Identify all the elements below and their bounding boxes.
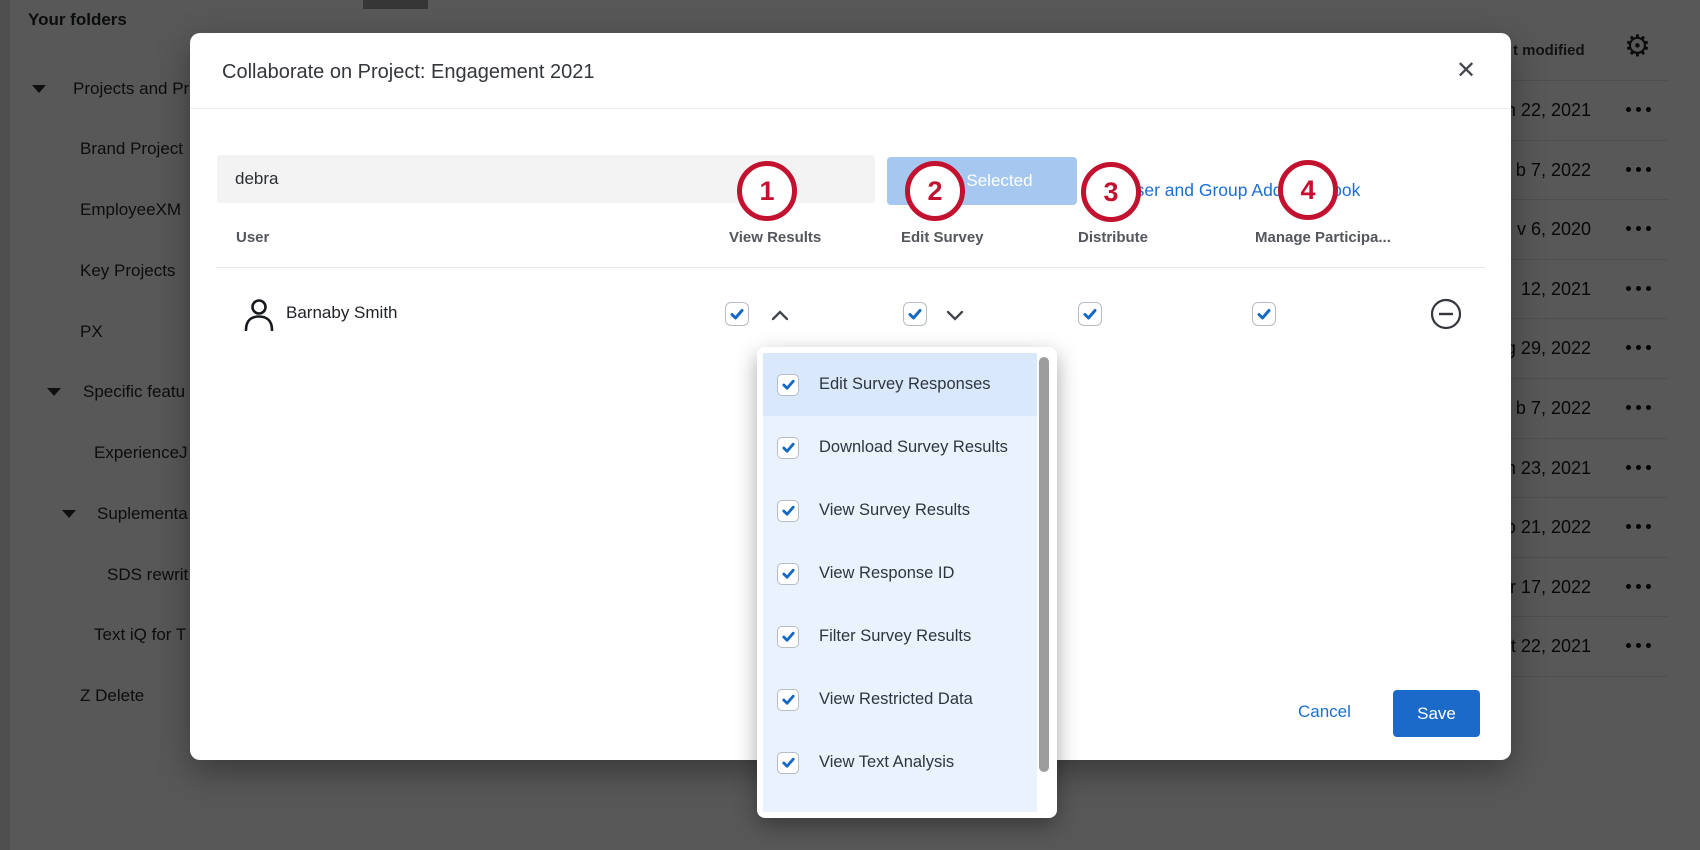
chevron-up-icon[interactable]: [771, 308, 789, 326]
close-icon[interactable]: ✕: [1456, 59, 1476, 83]
permission-option-checkbox[interactable]: [777, 689, 799, 711]
permission-option-label: View Response ID: [819, 564, 954, 583]
permission-option[interactable]: View Restricted Data: [763, 668, 1037, 731]
annotation-circle-1: 1: [737, 161, 797, 221]
column-header: View Results: [729, 229, 821, 246]
dropdown-scrollbar-track: [1037, 353, 1051, 812]
permission-checkbox[interactable]: [1252, 302, 1276, 326]
column-header: Edit Survey: [901, 229, 984, 246]
permission-option[interactable]: View Response ID: [763, 542, 1037, 605]
permission-option-checkbox[interactable]: [777, 563, 799, 585]
header-divider: [190, 108, 1511, 109]
permission-option-checkbox[interactable]: [777, 500, 799, 522]
column-header: Manage Participa...: [1255, 229, 1391, 246]
table-divider: [216, 267, 1485, 268]
permissions-dropdown: Edit Survey Responses Download Survey Res…: [757, 347, 1057, 818]
permission-option-label: Download Survey Results: [819, 438, 1008, 457]
permission-option-checkbox[interactable]: [777, 752, 799, 774]
permission-option-label: Edit Survey Responses: [819, 375, 991, 394]
annotation-circle-3: 3: [1081, 162, 1141, 222]
permission-option-label: View Text Analysis: [819, 753, 954, 772]
annotation-circle-4: 4: [1278, 160, 1338, 220]
permission-checkbox[interactable]: [1078, 302, 1102, 326]
permission-option-label: View Restricted Data: [819, 690, 973, 709]
save-button[interactable]: Save: [1393, 690, 1480, 737]
permission-option[interactable]: View Text Analysis: [763, 731, 1037, 794]
chevron-down-icon[interactable]: [946, 308, 964, 326]
remove-collaborator-icon[interactable]: [1429, 297, 1463, 336]
annotation-circle-2: 2: [905, 161, 965, 221]
dropdown-scrollbar-thumb[interactable]: [1039, 357, 1049, 772]
permissions-list: Edit Survey Responses Download Survey Res…: [763, 353, 1037, 812]
permission-option[interactable]: Download Survey Results: [763, 416, 1037, 479]
permission-option-label: Filter Survey Results: [819, 627, 971, 646]
modal-title: Collaborate on Project: Engagement 2021: [222, 61, 594, 84]
permission-checkbox[interactable]: [725, 302, 749, 326]
column-header: Distribute: [1078, 229, 1148, 246]
cancel-button[interactable]: Cancel: [1298, 702, 1351, 722]
permission-option[interactable]: Edit Survey Responses: [763, 353, 1037, 416]
permission-option[interactable]: View Survey Results: [763, 479, 1037, 542]
permission-option-checkbox[interactable]: [777, 374, 799, 396]
column-header: User: [236, 229, 269, 246]
permission-option[interactable]: Filter Survey Results: [763, 605, 1037, 668]
person-icon: [243, 297, 275, 336]
permission-checkbox[interactable]: [903, 302, 927, 326]
permission-option-checkbox[interactable]: [777, 437, 799, 459]
permission-option-label: View Survey Results: [819, 501, 970, 520]
collaborator-name: Barnaby Smith: [286, 303, 398, 323]
permission-option-checkbox[interactable]: [777, 626, 799, 648]
